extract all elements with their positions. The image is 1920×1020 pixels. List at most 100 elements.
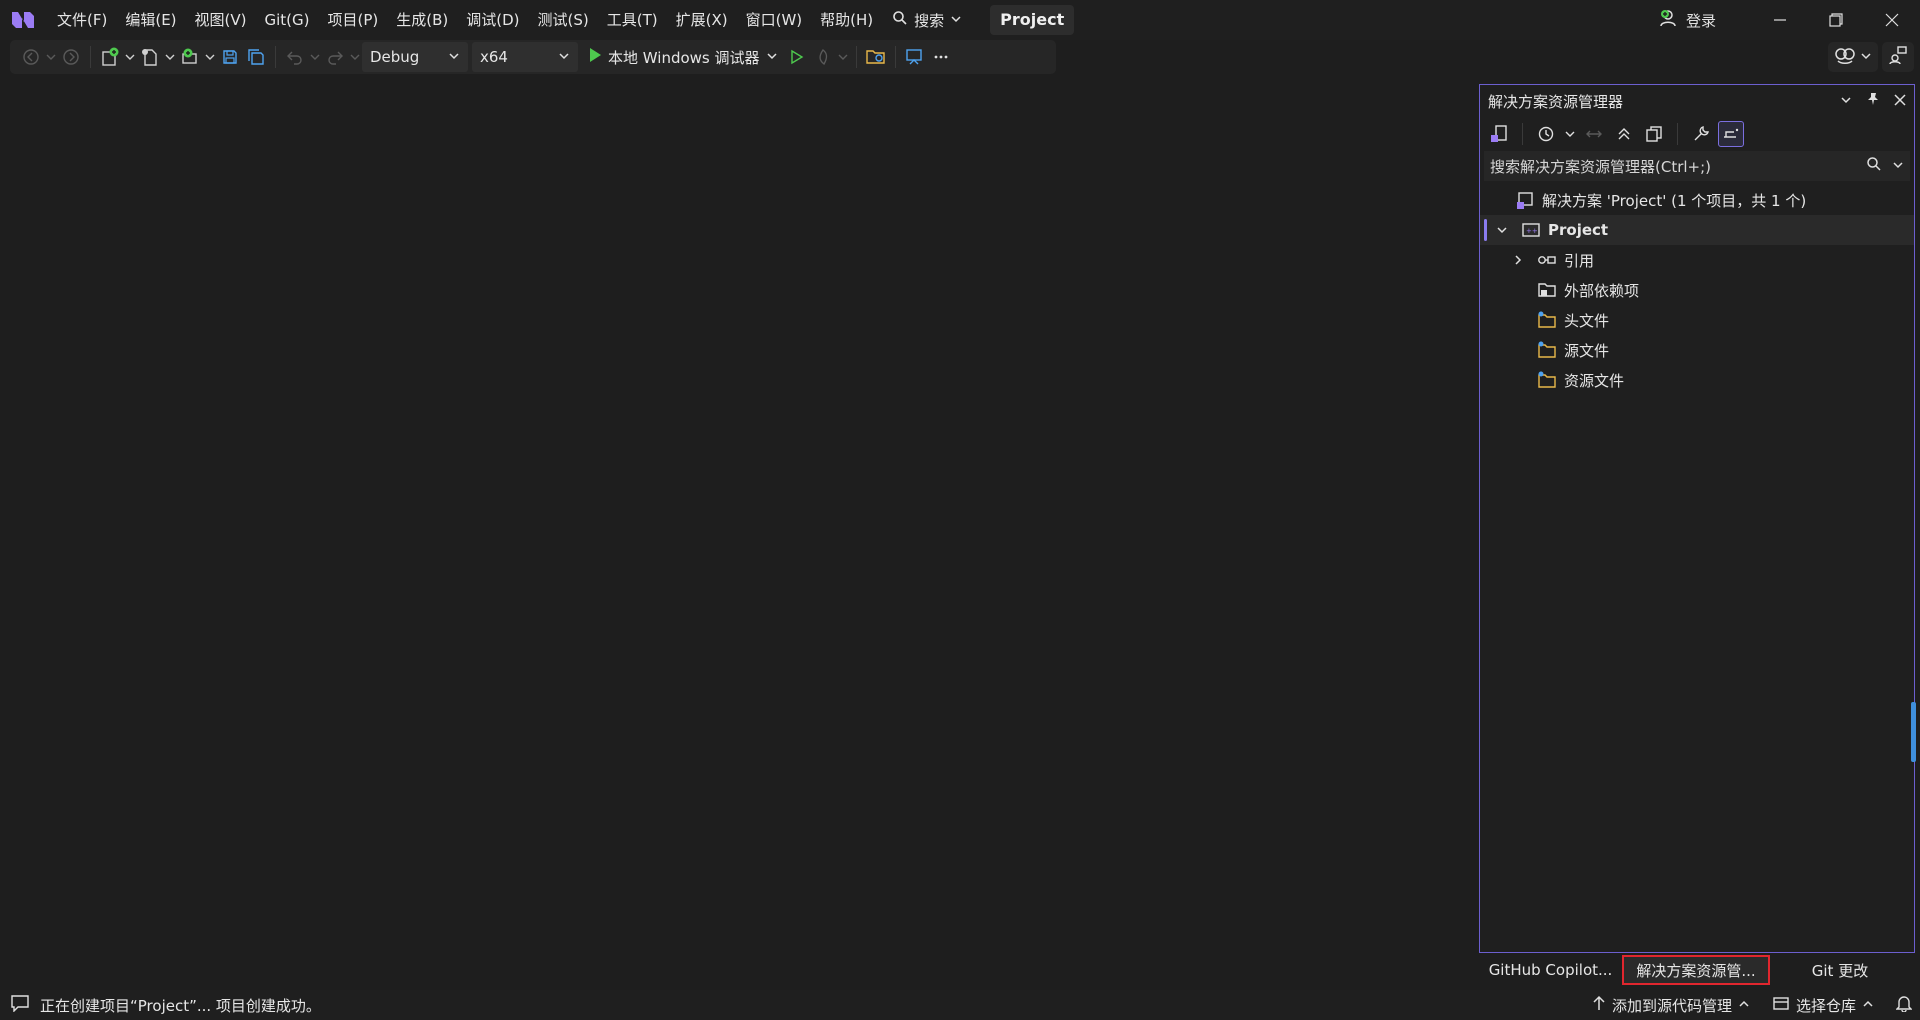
toolbar-separator <box>1677 123 1678 145</box>
selection-indicator <box>1484 219 1487 241</box>
menu-tools[interactable]: 工具(T) <box>598 5 667 35</box>
more-options-icon[interactable] <box>928 44 954 70</box>
tab-github-copilot[interactable]: GitHub Copilot... <box>1479 955 1622 985</box>
login-button[interactable]: 登录 <box>1660 9 1716 31</box>
menu-git[interactable]: Git(G) <box>256 5 319 35</box>
undo-icon[interactable] <box>282 44 308 70</box>
filter-folder-icon <box>1536 339 1558 361</box>
toolbar-separator <box>855 46 857 68</box>
hot-reload-icon[interactable] <box>810 44 836 70</box>
save-icon[interactable] <box>217 44 243 70</box>
preview-selected-items-icon[interactable] <box>1718 121 1744 147</box>
status-message: 正在创建项目“Project”... 项目创建成功。 <box>40 996 321 1015</box>
select-repository-button[interactable]: 选择仓库 <box>1764 995 1882 1016</box>
menu-extensions[interactable]: 扩展(X) <box>667 5 737 35</box>
menu-debug[interactable]: 调试(D) <box>457 5 528 35</box>
feedback-button[interactable] <box>1882 42 1914 72</box>
new-project-icon[interactable] <box>97 44 123 70</box>
save-all-icon[interactable] <box>243 44 269 70</box>
pin-icon[interactable] <box>1866 92 1880 110</box>
sync-with-document-icon[interactable] <box>1581 121 1607 147</box>
copilot-icon <box>1834 45 1856 69</box>
menu-window[interactable]: 窗口(W) <box>737 5 812 35</box>
solution-icon <box>1514 189 1536 211</box>
minimize-button[interactable] <box>1752 0 1808 40</box>
toolbar-separator <box>1522 123 1523 145</box>
menu-test[interactable]: 测试(S) <box>529 5 598 35</box>
menu-help[interactable]: 帮助(H) <box>811 5 882 35</box>
scrollbar-thumb[interactable] <box>1911 702 1916 762</box>
pending-changes-filter-icon[interactable] <box>1533 121 1559 147</box>
close-button[interactable] <box>1864 0 1920 40</box>
menu-view[interactable]: 视图(V) <box>186 5 256 35</box>
collapse-all-icon[interactable] <box>1611 121 1637 147</box>
live-share-icon[interactable] <box>902 44 928 70</box>
solution-tree: 解决方案 'Project' (1 个项目，共 1 个) ++ Project … <box>1480 185 1914 395</box>
chevron-right-icon[interactable] <box>1510 252 1526 268</box>
start-debugging-button[interactable]: 本地 Windows 调试器 <box>582 42 784 72</box>
search-button[interactable]: 搜索 <box>882 5 972 35</box>
standard-toolbar: Debug x64 本地 Windows 调试器 <box>10 40 1056 74</box>
tree-item-project[interactable]: ++ Project <box>1480 215 1914 245</box>
restore-button[interactable] <box>1808 0 1864 40</box>
redo-icon[interactable] <box>322 44 348 70</box>
add-item-icon[interactable] <box>177 44 203 70</box>
navigate-forward-icon[interactable] <box>58 44 84 70</box>
platform-select[interactable]: x64 <box>472 42 578 72</box>
chevron-down-icon[interactable] <box>123 44 137 70</box>
solution-label: 解决方案 'Project' (1 个项目，共 1 个) <box>1542 191 1807 210</box>
menu-build[interactable]: 生成(B) <box>387 5 457 35</box>
tree-item-solution[interactable]: 解决方案 'Project' (1 个项目，共 1 个) <box>1480 185 1914 215</box>
repository-label: 选择仓库 <box>1795 996 1856 1015</box>
switch-views-icon[interactable] <box>1486 121 1512 147</box>
menu-edit[interactable]: 编辑(E) <box>116 5 185 35</box>
search-label: 搜索 <box>914 11 945 30</box>
chevron-down-icon[interactable] <box>308 44 322 70</box>
chevron-down-icon[interactable] <box>1840 92 1852 110</box>
find-in-files-icon[interactable] <box>863 44 889 70</box>
properties-wrench-icon[interactable] <box>1688 121 1714 147</box>
configuration-select[interactable]: Debug <box>362 42 468 72</box>
solution-explorer-search-input[interactable]: 搜索解决方案资源管理器(Ctrl+;) <box>1484 151 1910 181</box>
show-all-files-icon[interactable] <box>1641 121 1667 147</box>
tree-item-header-files[interactable]: 头文件 <box>1480 305 1914 335</box>
tab-solution-explorer[interactable]: 解决方案资源管... <box>1622 955 1770 985</box>
menu-project[interactable]: 项目(P) <box>319 5 388 35</box>
tree-item-resource-files[interactable]: 资源文件 <box>1480 365 1914 395</box>
chevron-down-icon[interactable] <box>163 44 177 70</box>
tool-window-tabs: GitHub Copilot... 解决方案资源管... Git 更改 <box>1479 953 1915 987</box>
tree-item-label: 源文件 <box>1564 341 1610 360</box>
navigate-back-icon[interactable] <box>18 44 44 70</box>
chevron-down-icon[interactable] <box>1892 157 1904 175</box>
bell-icon <box>1895 994 1913 1016</box>
menu-file[interactable]: 文件(F) <box>48 5 116 35</box>
close-icon[interactable] <box>1894 92 1906 110</box>
search-icon[interactable] <box>1866 156 1882 176</box>
tree-item-external-dependencies[interactable]: 外部依赖项 <box>1480 275 1914 305</box>
notifications-button[interactable] <box>1888 994 1920 1016</box>
chevron-down-icon[interactable] <box>1494 222 1510 238</box>
search-placeholder: 搜索解决方案资源管理器(Ctrl+;) <box>1490 157 1712 176</box>
title-bar: 文件(F) 编辑(E) 视图(V) Git(G) 项目(P) 生成(B) 调试(… <box>0 0 1920 40</box>
start-without-debugging-icon[interactable] <box>784 44 810 70</box>
output-message-icon[interactable] <box>10 994 30 1016</box>
status-bar: 正在创建项目“Project”... 项目创建成功。 添加到源代码管理 选择仓库 <box>0 990 1920 1020</box>
add-to-source-control-button[interactable]: 添加到源代码管理 <box>1584 995 1758 1016</box>
new-file-icon[interactable] <box>137 44 163 70</box>
visual-studio-logo-icon[interactable] <box>8 6 38 34</box>
account-add-icon <box>1660 9 1680 31</box>
chevron-down-icon[interactable] <box>44 44 58 70</box>
chevron-down-icon[interactable] <box>836 44 850 70</box>
tree-item-references[interactable]: 引用 <box>1480 245 1914 275</box>
project-name-badge: Project <box>990 5 1075 35</box>
chevron-down-icon[interactable] <box>1563 121 1577 147</box>
copilot-button[interactable] <box>1828 42 1878 72</box>
project-label: Project <box>1548 221 1609 239</box>
chevron-down-icon[interactable] <box>348 44 362 70</box>
tree-item-label: 引用 <box>1564 251 1595 270</box>
tree-item-source-files[interactable]: 源文件 <box>1480 335 1914 365</box>
tree-item-label: 外部依赖项 <box>1564 281 1640 300</box>
tab-git-changes[interactable]: Git 更改 <box>1770 955 1910 985</box>
chevron-down-icon[interactable] <box>203 44 217 70</box>
panel-header: 解决方案资源管理器 <box>1480 85 1914 117</box>
